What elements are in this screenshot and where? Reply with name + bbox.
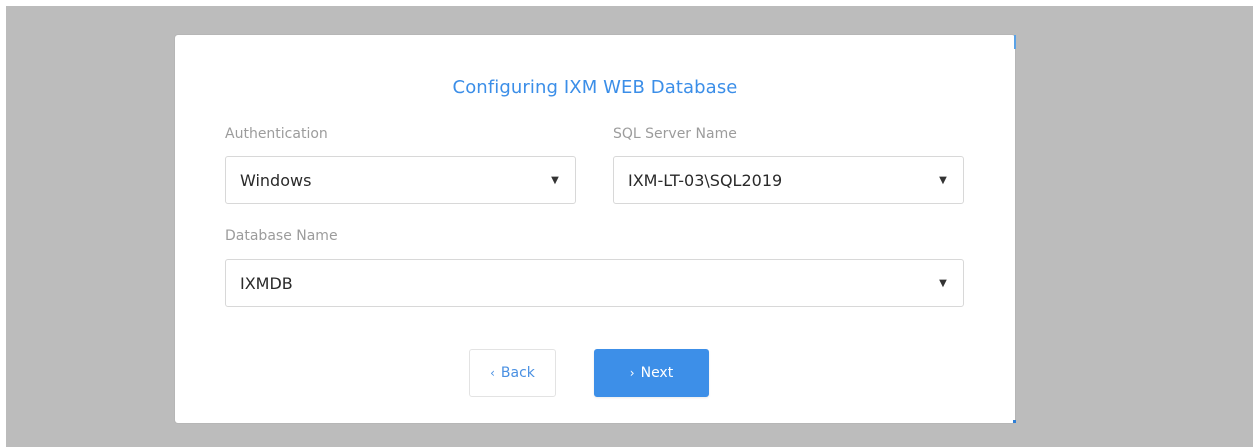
back-button-label: Back [500,365,535,381]
sql-server-label: SQL Server Name [613,126,737,142]
chevron-down-icon: ▼ [551,174,559,186]
database-select[interactable]: IXMDB ▼ [225,259,964,307]
authentication-value: Windows [240,170,312,190]
chevron-down-icon: ▼ [939,277,947,289]
authentication-select[interactable]: Windows ▼ [225,156,576,204]
next-button-label: Next [640,365,674,381]
next-button[interactable]: › Next [594,349,709,397]
database-value: IXMDB [240,273,293,293]
chevron-right-icon: › [629,366,635,380]
chevron-left-icon: ‹ [490,366,495,380]
back-button[interactable]: ‹ Back [469,349,556,397]
page: Configuring IXM WEB Database Authenticat… [0,0,1253,447]
sql-server-select[interactable]: IXM-LT-03\SQL2019 ▼ [613,156,964,204]
sql-server-value: IXM-LT-03\SQL2019 [628,170,783,190]
config-dialog: Configuring IXM WEB Database Authenticat… [175,35,1016,423]
database-label: Database Name [225,228,338,244]
chevron-down-icon: ▼ [939,174,947,186]
dialog-title: Configuring IXM WEB Database [452,77,738,98]
card-corner-accent [1013,420,1016,423]
authentication-label: Authentication [225,126,328,142]
card-edge-accent [1014,35,1016,49]
